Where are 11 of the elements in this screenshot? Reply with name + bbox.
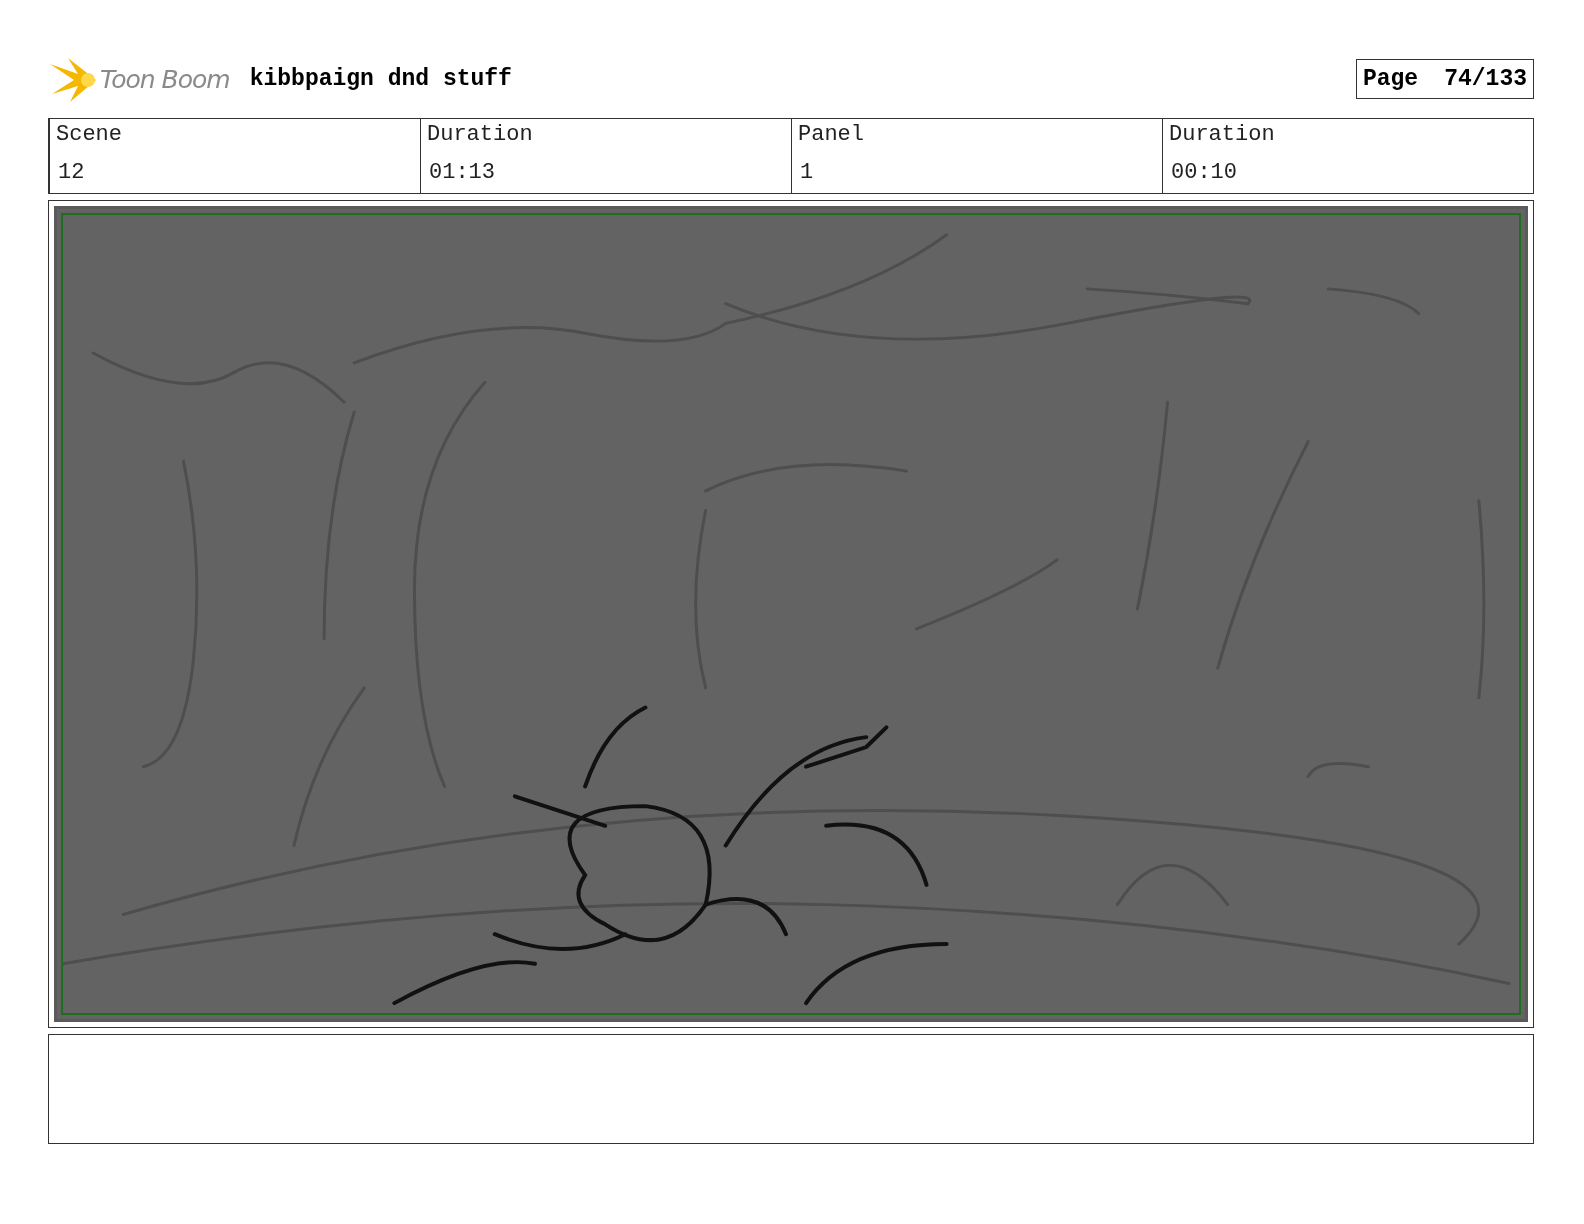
info-value: 01:13 xyxy=(429,162,495,184)
toon-boom-logo: Toon Boom xyxy=(48,54,230,104)
info-value: 1 xyxy=(800,162,814,184)
info-label: Duration xyxy=(1169,124,1275,146)
project-title: kibbpaign dnd stuff xyxy=(249,66,512,92)
page-counter: Page 74/133 xyxy=(1355,59,1534,99)
info-label: Panel xyxy=(798,124,864,146)
info-label: Scene xyxy=(56,124,122,146)
info-value: 12 xyxy=(58,162,85,184)
info-label: Duration xyxy=(427,124,533,146)
info-value: 00:10 xyxy=(1171,162,1237,184)
